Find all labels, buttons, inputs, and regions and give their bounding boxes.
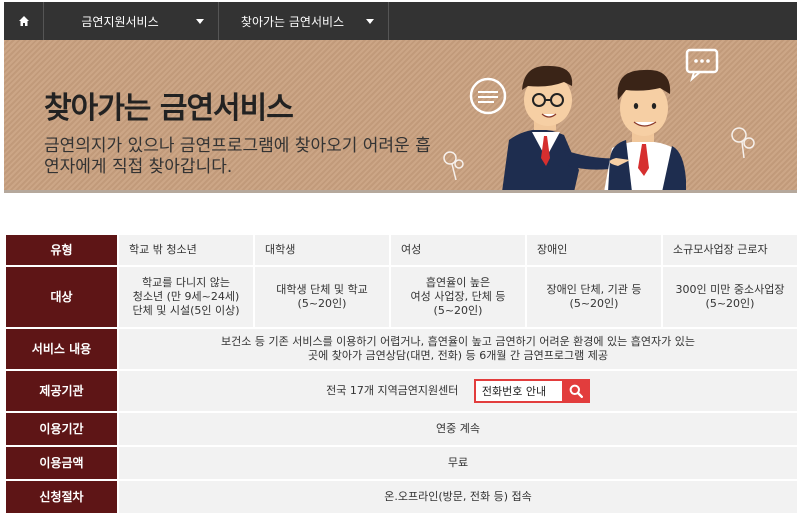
search-icon xyxy=(569,384,583,398)
table-row-type: 유형 학교 밖 청소년 대학생 여성 장애인 소규모사업장 근로자 xyxy=(4,233,799,267)
table-row-period: 이용기간 연중 계속 xyxy=(4,411,799,447)
caret-down-icon xyxy=(366,18,374,24)
home-icon xyxy=(18,16,29,26)
row-header-procedure: 신청절차 xyxy=(4,479,119,515)
phone-search-input[interactable] xyxy=(473,379,562,403)
row-header-target: 대상 xyxy=(4,265,119,329)
top-nav: 금연지원서비스 찾아가는 금연서비스 xyxy=(4,2,797,40)
type-cell: 장애인 xyxy=(525,233,663,267)
table-row-service: 서비스 내용 보건소 등 기존 서비스를 이용하기 어렵거나, 흡연율이 높고 … xyxy=(4,327,799,371)
chat-bubble-icon xyxy=(685,48,719,82)
phone-search-box xyxy=(473,379,590,403)
table-row-provider: 제공기관 전국 17개 지역금연지원센터 xyxy=(4,369,799,413)
search-button[interactable] xyxy=(561,379,590,403)
provider-text: 전국 17개 지역금연지원센터 xyxy=(326,384,459,397)
nav-dropdown-visiting-service[interactable]: 찾아가는 금연서비스 xyxy=(219,2,389,40)
row-header-period: 이용기간 xyxy=(4,411,119,447)
man-with-glasses xyxy=(502,65,620,192)
row-header-type: 유형 xyxy=(4,233,119,267)
target-cell: 장애인 단체, 기관 등 (5~20인) xyxy=(525,265,663,329)
type-cell: 소규모사업장 근로자 xyxy=(661,233,799,267)
banner-divider xyxy=(4,190,797,193)
man-smiling xyxy=(604,69,686,192)
table-row-fee: 이용금액 무료 xyxy=(4,445,799,481)
target-cell: 학교를 다니지 않는 청소년 (만 9세~24세) 단체 및 시설(5인 이상) xyxy=(117,265,255,329)
target-cell: 대학생 단체 및 학교 (5~20인) xyxy=(253,265,391,329)
row-header-fee: 이용금액 xyxy=(4,445,119,481)
table-row-procedure: 신청절차 온.오프라인(방문, 전화 등) 접속 xyxy=(4,479,799,515)
service-description: 보건소 등 기존 서비스를 이용하기 어렵거나, 흡연율이 높고 금연하기 어려… xyxy=(117,327,799,371)
handshake-illustration xyxy=(443,48,755,192)
row-header-service: 서비스 내용 xyxy=(4,327,119,371)
type-cell: 여성 xyxy=(389,233,527,267)
speech-bubble-icon xyxy=(469,77,507,115)
row-header-provider: 제공기관 xyxy=(4,369,119,413)
type-cell: 대학생 xyxy=(253,233,391,267)
target-cell: 흡연율이 높은 여성 사업장, 단체 등 (5~20인) xyxy=(389,265,527,329)
nav-dropdown-smoking-support[interactable]: 금연지원서비스 xyxy=(44,2,219,40)
caret-down-icon xyxy=(196,18,204,24)
nav-dropdown-label: 찾아가는 금연서비스 xyxy=(240,14,345,29)
table-row-target: 대상 학교를 다니지 않는 청소년 (만 9세~24세) 단체 및 시설(5인 … xyxy=(4,265,799,329)
home-button[interactable] xyxy=(4,2,44,40)
period-value: 연중 계속 xyxy=(117,411,799,447)
hero-banner: 찾아가는 금연서비스 금연의지가 있으나 금연프로그램에 찾아오기 어려운 흡연… xyxy=(4,40,797,192)
provider-cell: 전국 17개 지역금연지원센터 xyxy=(117,369,799,413)
type-cell: 학교 밖 청소년 xyxy=(117,233,255,267)
procedure-value: 온.오프라인(방문, 전화 등) 접속 xyxy=(117,479,799,515)
service-info-table: 유형 학교 밖 청소년 대학생 여성 장애인 소규모사업장 근로자 대상 학교를… xyxy=(4,233,799,515)
target-cell: 300인 미만 중소사업장 (5~20인) xyxy=(661,265,799,329)
fee-value: 무료 xyxy=(117,445,799,481)
nav-dropdown-label: 금연지원서비스 xyxy=(81,14,159,29)
